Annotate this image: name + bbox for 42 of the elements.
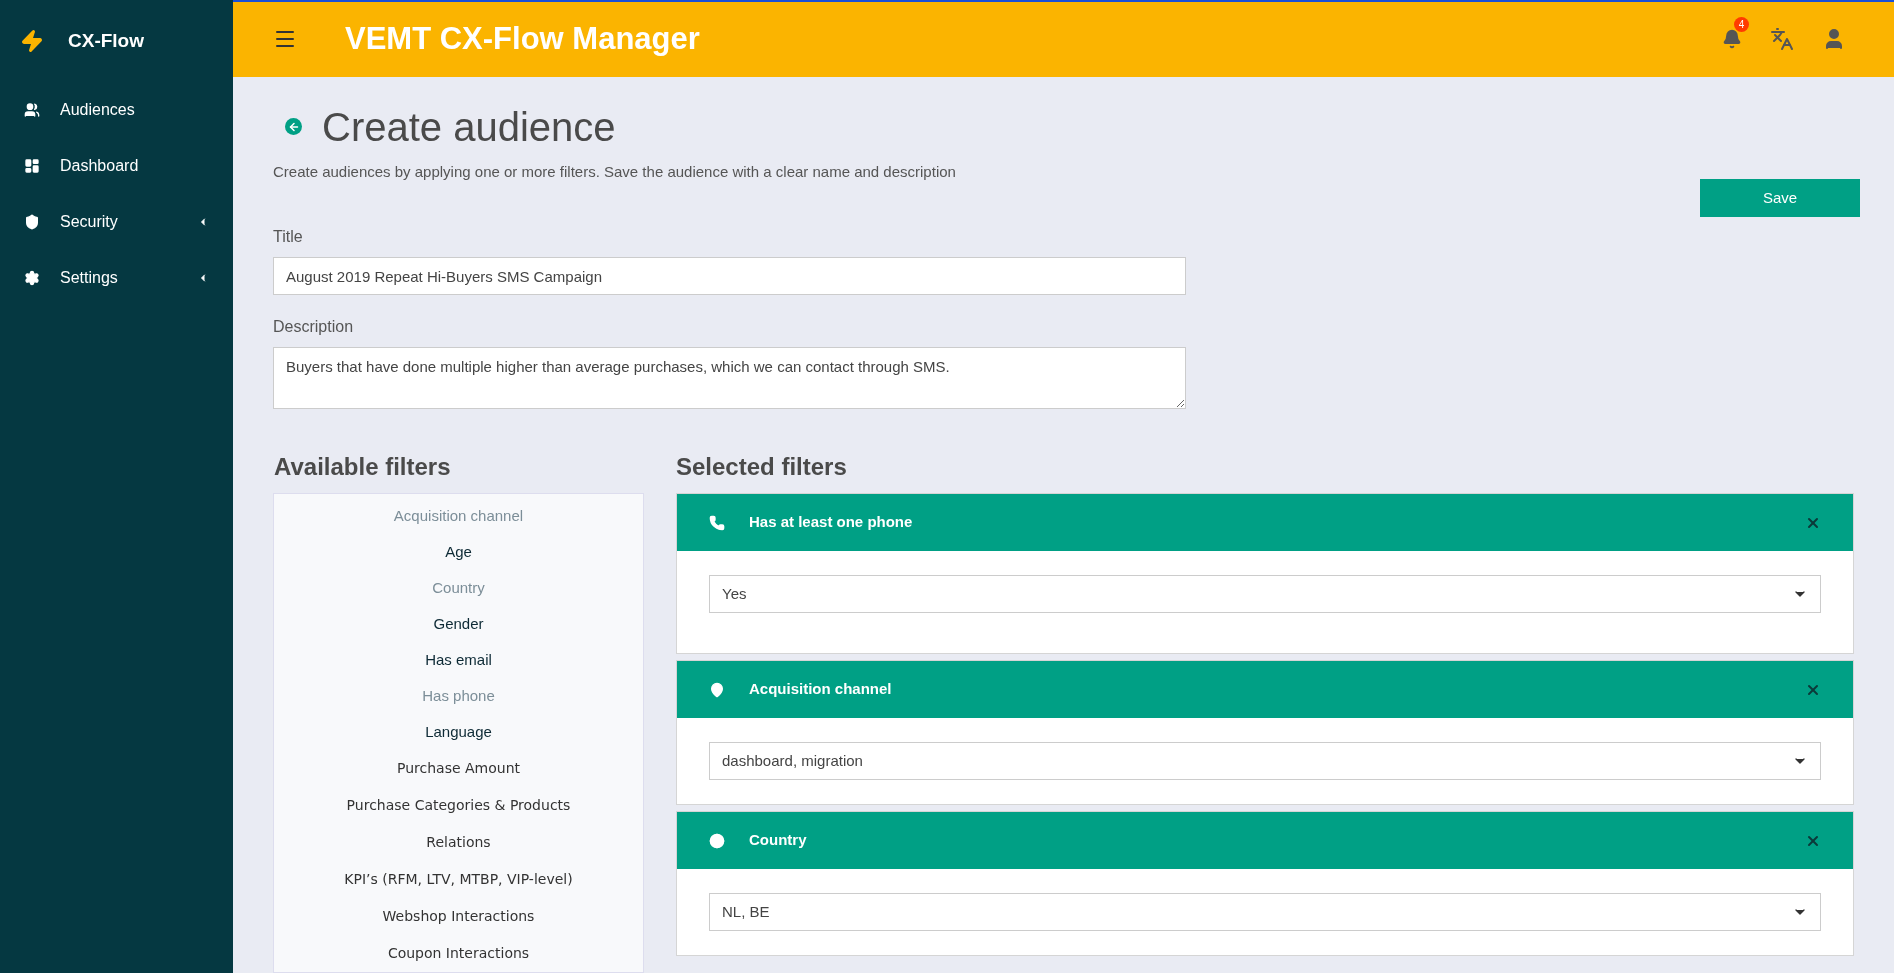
phone-icon: [709, 514, 725, 531]
filter-option[interactable]: Has email: [274, 642, 643, 678]
sidebar-item[interactable]: Settings: [0, 250, 233, 306]
select-field[interactable]: dashboard, migration: [709, 742, 1821, 780]
title-label: Title: [273, 227, 303, 247]
page-subtitle: Create audiences by applying one or more filters. Save the audience with a clear name and description: [273, 161, 957, 182]
filter-title: Has at least one phone: [749, 512, 914, 533]
filter-option[interactable]: KPI’s (RFM, LTV, MTBP, VIP-level): [274, 861, 643, 898]
filter-option[interactable]: Relations: [274, 824, 643, 861]
filter-option[interactable]: Language: [274, 714, 643, 750]
select-field[interactable]: Yes: [709, 575, 1821, 613]
filter-option[interactable]: Purchase Categories & Products: [274, 787, 643, 824]
filter-title: Country: [749, 830, 808, 851]
app-title: VEMT CX-Flow Manager: [345, 20, 701, 58]
settings-icon: [24, 270, 40, 286]
notification-bell-icon[interactable]: [1722, 29, 1742, 50]
title-input[interactable]: August 2019 Repeat Hi-Buyers SMS Campaign: [273, 257, 1186, 295]
sidebar-item[interactable]: Audiences: [0, 82, 233, 138]
brand-name: CX-Flow: [68, 28, 144, 53]
select-field[interactable]: NL, BE: [709, 893, 1821, 931]
people-icon: [24, 102, 40, 118]
description-label: Description: [273, 317, 354, 337]
page-title: Create audience: [322, 103, 616, 151]
back-button[interactable]: [285, 118, 302, 135]
shield-icon: [24, 214, 40, 230]
section-heading: Selected filters: [676, 452, 848, 482]
filter-option[interactable]: Gender: [274, 606, 643, 642]
section-heading: Available filters: [274, 452, 452, 482]
filter-option[interactable]: Age: [274, 534, 643, 570]
arrow-left-icon: [287, 120, 300, 133]
filter-option[interactable]: Coupon Interactions: [274, 935, 643, 972]
sidebar-item[interactable]: Dashboard: [0, 138, 233, 194]
sidebar-item[interactable]: Security: [0, 194, 233, 250]
filter-title: Acquisition channel: [749, 679, 893, 700]
filter-option[interactable]: Webshop Interactions: [274, 898, 643, 935]
map-pin-icon: [709, 681, 725, 698]
lightning-logo-icon: [20, 29, 44, 53]
filter-option[interactable]: Purchase Amount: [274, 750, 643, 787]
notification-badge: 4: [1734, 17, 1749, 33]
translate-icon[interactable]: [1770, 27, 1794, 52]
description-textarea[interactable]: Buyers that have done multiple higher than average purchases, which we can contact through SMS.: [273, 347, 1186, 409]
dashboard-icon: [24, 158, 40, 174]
